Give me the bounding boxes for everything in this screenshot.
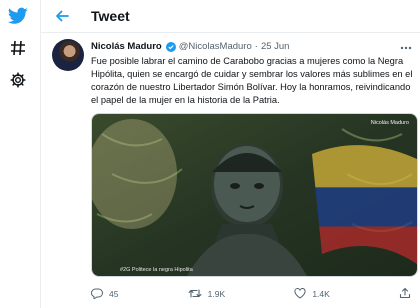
tweet-actions: 45 1.9K 1.4K (90, 285, 411, 303)
tweet-media-image[interactable]: Nicolás Maduro #2G Politece la negra Hip… (91, 113, 418, 277)
retweet-count: 1.9K (207, 289, 226, 299)
gear-icon[interactable] (6, 68, 30, 92)
statue-photo (92, 114, 417, 276)
author-handle[interactable]: @NicolasMaduro (179, 41, 252, 52)
tweet-card: Nicolás Maduro @NicolasMaduro · 25 Jun F… (41, 33, 420, 308)
heart-icon (294, 287, 306, 301)
like-button[interactable]: 1.4K (294, 287, 330, 301)
tweet-text: Fue posible labrar el camino de Carabobo… (91, 56, 413, 105)
reply-count: 45 (109, 289, 119, 299)
left-nav-rail (0, 0, 41, 308)
page-title: Tweet (91, 8, 130, 24)
share-icon (399, 287, 411, 301)
share-button[interactable] (399, 287, 411, 301)
back-arrow-icon[interactable] (51, 5, 73, 27)
reply-icon (90, 288, 104, 301)
verified-icon (165, 41, 176, 52)
avatar[interactable] (52, 39, 84, 71)
page-header: Tweet (41, 0, 420, 33)
tweet-date[interactable]: 25 Jun (261, 41, 290, 52)
hashtag-icon[interactable] (6, 36, 30, 60)
twitter-bird-icon[interactable] (6, 4, 30, 28)
media-watermark: Nicolás Maduro (370, 120, 409, 126)
author-name[interactable]: Nicolás Maduro (91, 41, 162, 52)
retweet-button[interactable]: 1.9K (188, 288, 226, 301)
more-icon[interactable] (400, 39, 412, 53)
reply-button[interactable]: 45 (90, 288, 119, 301)
retweet-icon (188, 288, 202, 301)
tweet-meta: Nicolás Maduro @NicolasMaduro · 25 Jun (91, 41, 289, 52)
like-count: 1.4K (312, 289, 330, 299)
media-caption: #2G Politece la negra Hipolita (120, 267, 193, 273)
meta-separator: · (254, 41, 258, 52)
